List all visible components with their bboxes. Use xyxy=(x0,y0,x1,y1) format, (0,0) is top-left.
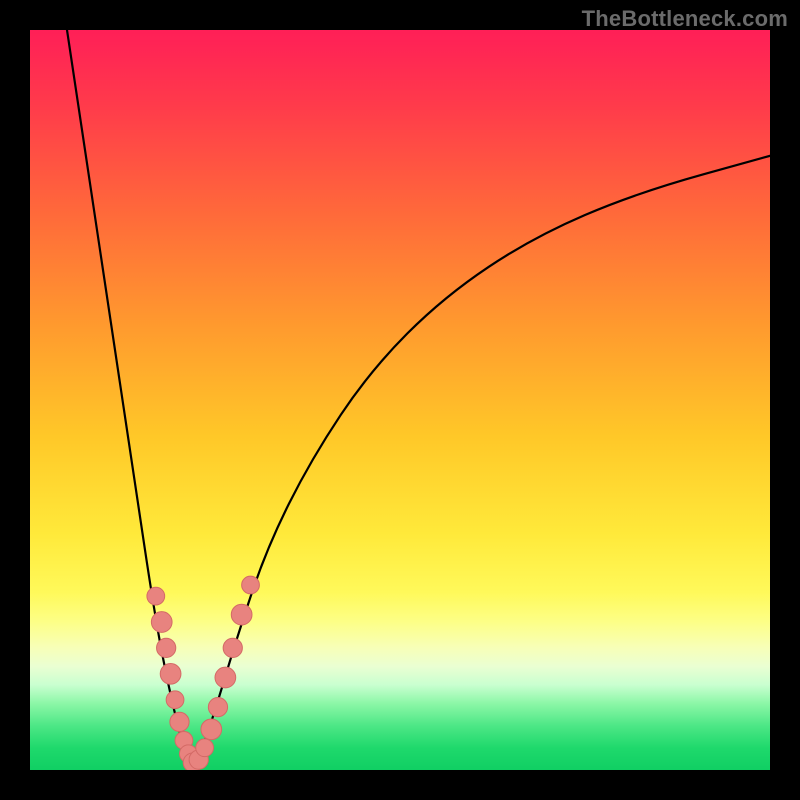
bead-marker xyxy=(160,663,181,684)
bead-marker xyxy=(170,712,189,731)
bead-marker xyxy=(201,719,222,740)
bead-marker xyxy=(166,691,184,709)
chart-svg xyxy=(30,30,770,770)
bead-marker xyxy=(151,612,172,633)
outer-frame: TheBottleneck.com xyxy=(0,0,800,800)
bead-markers xyxy=(147,576,259,770)
curve-right-branch xyxy=(193,156,770,767)
watermark-text: TheBottleneck.com xyxy=(582,6,788,32)
curve-left-branch xyxy=(67,30,193,767)
bead-marker xyxy=(215,667,236,688)
bead-marker xyxy=(147,587,165,605)
bead-marker xyxy=(157,638,176,657)
bead-marker xyxy=(223,638,242,657)
bead-marker xyxy=(208,697,227,716)
bead-marker xyxy=(196,739,214,757)
bead-marker xyxy=(242,576,260,594)
plot-area xyxy=(30,30,770,770)
bead-marker xyxy=(231,604,252,625)
